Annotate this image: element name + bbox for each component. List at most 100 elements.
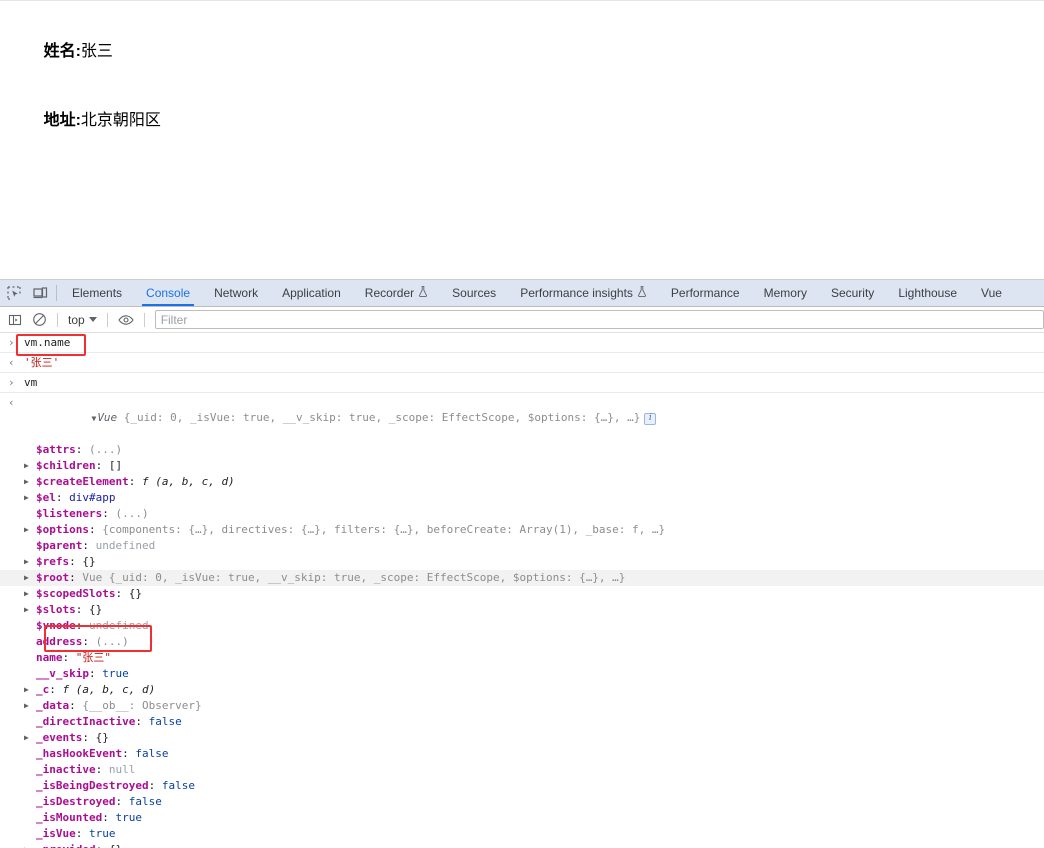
object-property-row[interactable]: ▶ _c: f (a, b, c, d) [0,682,1044,698]
object-property-row[interactable]: ▶_directInactive: false [0,714,1044,730]
object-property-row[interactable]: ▶address: (...) [0,634,1044,650]
property-separator: : [95,763,109,776]
expand-arrow-icon[interactable]: ▶ [24,474,35,490]
console-entry-result[interactable]: ‹ '张三' [0,353,1044,373]
property-value: {components: {…}, directives: {…}, filte… [102,523,666,536]
expand-arrow-icon[interactable]: ▶ [24,554,35,570]
console-entry-object[interactable]: ‹ ▼Vue {_uid: 0, _isVue: true, __v_skip:… [0,393,1044,848]
property-separator: : [88,667,103,680]
inspect-element-icon[interactable] [0,280,27,306]
property-name: $el [36,491,56,504]
object-property-row[interactable]: ▶$attrs: (...) [0,442,1044,458]
toolbar-divider [57,312,58,327]
expand-arrow-icon[interactable]: ▶ [24,698,35,714]
tab-sources[interactable]: Sources [440,280,508,306]
property-value: Vue {_uid: 0, _isVue: true, __v_skip: tr… [82,571,626,584]
address-label: 地址: [43,112,81,129]
expand-arrow-icon[interactable]: ▶ [24,730,35,746]
tab-vue[interactable]: Vue [969,280,1014,306]
property-separator: : [69,571,83,584]
prompt-gutter-icon: › [8,336,15,349]
object-property-row[interactable]: ▶$parent: undefined [0,538,1044,554]
tab-recorder[interactable]: Recorder [353,280,440,306]
property-name: $root [36,571,70,584]
tab-label: Recorder [364,286,415,300]
property-name: address [36,635,83,648]
console-entry-input[interactable]: › vm [0,373,1044,393]
expand-arrow-icon[interactable]: ▶ [24,570,35,586]
expand-arrow-icon[interactable]: ▶ [24,490,35,506]
object-property-row[interactable]: ▶ $children: [] [0,458,1044,474]
object-property-row[interactable]: ▶ $scopedSlots: {} [0,586,1044,602]
execution-context-selector[interactable]: top [64,313,101,327]
property-separator: : [128,475,142,488]
tab-console[interactable]: Console [134,280,203,306]
property-separator: : [82,635,96,648]
object-property-row[interactable]: ▶_hasHookEvent: false [0,746,1044,762]
chevron-down-icon [88,317,97,322]
object-property-row[interactable]: ▶_provided: {} [0,842,1044,848]
property-name: _isBeingDestroyed [36,779,149,792]
property-name: _hasHookEvent [36,747,123,760]
tab-application[interactable]: Application [270,280,353,306]
property-value: (...) [95,635,129,648]
property-separator: : [75,603,89,616]
console-toolbar: top [0,307,1044,333]
toolbar-divider [143,312,145,327]
tab-performance[interactable]: Performance [659,280,752,306]
tab-lighthouse[interactable]: Lighthouse [886,280,969,306]
expand-arrow-icon[interactable]: ▶ [24,842,35,848]
tab-elements[interactable]: Elements [60,280,134,306]
object-property-row[interactable]: ▶ $options: {components: {…}, directives:… [0,522,1044,538]
object-property-row[interactable]: ▶ _events: {} [0,730,1044,746]
object-property-row[interactable]: ▶ $refs: {} [0,554,1044,570]
console-filter-input[interactable] [154,310,1044,329]
property-name: $vnode [36,619,76,632]
expand-arrow-icon[interactable]: ▶ [24,586,35,602]
object-property-row[interactable]: ▶ $root: Vue {_uid: 0, _isVue: true, __v_… [0,570,1044,586]
expand-arrow-icon[interactable]: ▶ [24,522,35,538]
expand-arrow-icon[interactable]: ▶ [24,458,35,474]
object-property-row[interactable]: ▶_isVue: true [0,826,1044,842]
tab-security[interactable]: Security [819,280,886,306]
console-entry-input[interactable]: › vm.name [0,333,1044,353]
property-name: _provided [36,842,96,848]
info-icon[interactable]: i [644,412,657,425]
property-value: {} [95,731,109,744]
object-property-row[interactable]: ▶$vnode: undefined [0,618,1044,634]
live-expression-eye-icon[interactable] [114,308,138,332]
console-sidebar-icon[interactable] [3,308,27,332]
clear-console-icon[interactable] [27,308,51,332]
object-property-row[interactable]: ▶ _data: {__ob__: Observer} [0,698,1044,714]
object-property-row[interactable]: ▶_inactive: null [0,762,1044,778]
screenshot-root: 姓名:张三 地址:北京朝阳区 Elements Console Network … [0,0,1044,848]
object-property-row[interactable]: ▶ $createElement: f (a, b, c, d) [0,474,1044,490]
name-label: 姓名: [43,43,81,60]
property-value: undefined [89,619,149,632]
property-name: $createElement [36,475,129,488]
expand-arrow-icon[interactable]: ▶ [24,602,35,618]
object-property-row[interactable]: ▶_isMounted: true [0,810,1044,826]
object-header-text: ▼Vue {_uid: 0, _isVue: true, __v_skip: t… [24,395,1044,442]
object-property-row[interactable]: ▶ $el: div#app [0,490,1044,506]
object-property-row[interactable]: ▶ $slots: {} [0,602,1044,618]
console-output[interactable]: › vm.name ‹ '张三' › vm ‹ ▼Vue {_uid: 0, _… [0,333,1044,848]
object-property-row[interactable]: ▶_isDestroyed: false [0,794,1044,810]
object-header-row[interactable]: ‹ ▼Vue {_uid: 0, _isVue: true, __v_skip:… [0,395,1044,442]
tab-memory[interactable]: Memory [752,280,819,306]
expand-arrow-icon[interactable]: ▶ [24,682,35,698]
app-root: 姓名:张三 地址:北京朝阳区 [0,1,1044,155]
tab-performance-insights[interactable]: Performance insights [508,280,659,306]
expand-arrow-icon[interactable]: ▼ [91,414,96,423]
property-name: __v_skip [36,667,89,680]
property-name: _isDestroyed [36,795,116,808]
object-property-row[interactable]: ▶_isBeingDestroyed: false [0,778,1044,794]
tab-network[interactable]: Network [202,280,270,306]
device-toolbar-icon[interactable] [27,280,54,306]
experiment-flask-icon [637,286,647,300]
devtools-panel: Elements Console Network Application Rec… [0,279,1044,848]
object-property-row[interactable]: ▶$listeners: (...) [0,506,1044,522]
object-property-row[interactable]: ▶__v_skip: true [0,666,1044,682]
object-property-tree: ▶$attrs: (...)▶$children: []▶$createElem… [0,442,1044,848]
object-property-row[interactable]: ▶name: "张三" [0,650,1044,666]
